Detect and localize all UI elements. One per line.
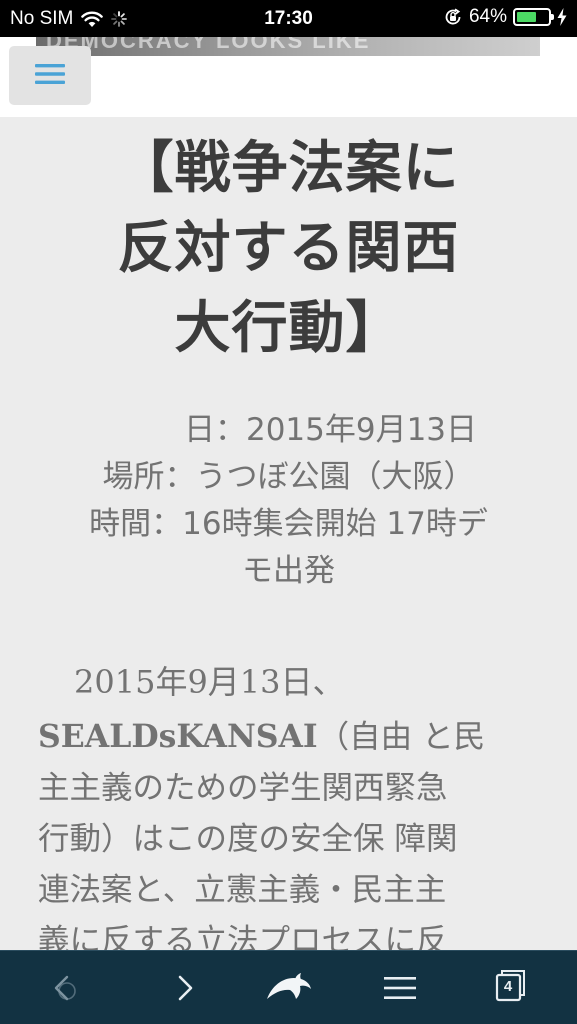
intro-line: 行動）はこの度の安全保 障関 — [38, 821, 458, 857]
battery-icon — [513, 8, 554, 26]
event-time: 時間：16時集会開始 17時デ — [89, 506, 488, 542]
orientation-lock-icon — [443, 7, 463, 27]
post-title-line: 【戦争法案に — [117, 136, 460, 201]
intro-line: SEALDsKANSAI（自由 と民 — [38, 711, 544, 763]
chevron-right-icon — [167, 971, 201, 1005]
tabs-icon: 4 — [472, 951, 552, 1024]
battery-nub — [551, 14, 554, 20]
post-title-line: 反対する関西 — [117, 216, 460, 281]
dolphin-logo-icon — [265, 971, 313, 1005]
back-button[interactable] — [24, 951, 104, 1024]
banner-lettering: DEMOCRACY LOOKS LIKE — [46, 37, 371, 53]
article-content: 【戦争法案に 反対する関西 大行動】 日：2015年9月13日 場所：うつぼ公園… — [0, 117, 577, 950]
toolbar-menu-button[interactable] — [360, 951, 440, 1024]
intro-paragraph: SEALDsKANSAI（自由 と民 主主義のための学生関西緊急 行動）はこの度… — [38, 711, 544, 950]
event-info: 日：2015年9月13日 場所：うつぼ公園（大阪） 時間：16時集会開始 17時… — [50, 407, 527, 595]
tabs-button[interactable]: 4 — [472, 951, 552, 1024]
battery-level — [517, 12, 537, 22]
event-time-cont: モ出発 — [242, 553, 335, 589]
home-button[interactable] — [249, 951, 329, 1024]
post-title: 【戦争法案に 反対する関西 大行動】 — [60, 129, 517, 369]
intro-line-text: （自由 と民 — [317, 719, 486, 755]
header-banner-image: DEMOCRACY LOOKS LIKE — [36, 37, 540, 56]
post-title-line: 大行動】 — [174, 296, 403, 361]
chevron-left-icon — [47, 971, 81, 1005]
hamburger-menu-icon — [35, 62, 65, 90]
status-bar: No SIM 17:30 64% — [0, 0, 577, 37]
lightning-bolt-icon — [557, 8, 567, 26]
screen: No SIM 17:30 64% DEMOCRACY LOOKS LIKE 【戦… — [0, 0, 577, 1024]
site-header: DEMOCRACY LOOKS LIKE — [0, 37, 577, 117]
event-date: 日：2015年9月13日 — [183, 412, 478, 448]
status-bar-right: 64% — [443, 6, 567, 28]
intro-line: 主主義のための学生関西緊急 — [38, 770, 448, 806]
hamburger-menu-icon — [384, 975, 416, 1001]
organization-name: SEALDsKANSAI — [38, 718, 318, 755]
intro-date: 2015年9月13日、 — [74, 663, 345, 701]
event-place: 場所：うつぼ公園（大阪） — [102, 459, 475, 495]
intro-line: 義に反する立法プロセスに反 — [38, 923, 448, 950]
browser-toolbar: 4 — [0, 950, 577, 1024]
site-menu-button[interactable] — [9, 46, 91, 105]
battery-percent: 64% — [468, 6, 507, 27]
tab-count: 4 — [503, 978, 513, 995]
forward-button[interactable] — [144, 951, 224, 1024]
intro-line: 連法案と、立憲主義・民主主 — [38, 872, 447, 908]
